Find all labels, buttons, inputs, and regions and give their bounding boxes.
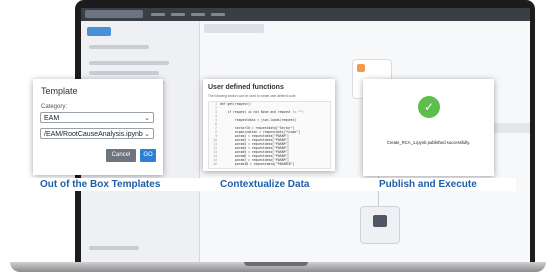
template-select[interactable]: /EAM/RootCauseAnalysis.ipynb ⌄ — [40, 128, 154, 139]
sidebar-line — [89, 71, 159, 75]
udf-panel: User defined functions The following sec… — [203, 79, 335, 171]
app-brand — [85, 10, 143, 18]
caption-templates: Out of the Box Templates — [40, 179, 161, 190]
code-line: 16 paramID = requestdata["PARAMID"] — [209, 162, 330, 166]
menu-placeholder — [191, 13, 205, 16]
go-button[interactable]: GO — [140, 149, 156, 162]
menu-placeholder — [211, 13, 225, 16]
code-editor[interactable]: 1 def get(request): 2 3 if request is not N… — [208, 101, 331, 169]
udf-subtitle: The following section can be used to cre… — [208, 94, 297, 98]
dialog-title: Template — [41, 86, 78, 96]
line-number: 16 — [213, 162, 217, 166]
node-icon — [373, 215, 387, 227]
menu-placeholder — [171, 13, 185, 16]
code-text: paramID = requestdata["PARAMID"] — [220, 162, 295, 166]
check-circle-icon: ✓ — [418, 96, 440, 118]
menu-placeholder — [151, 13, 165, 16]
sidebar-line — [89, 61, 169, 65]
template-value: /EAM/RootCauseAnalysis.ipynb — [44, 131, 143, 138]
code-text: requestdata = json.loads(request) — [220, 118, 297, 122]
sidebar-button — [87, 27, 111, 36]
udf-title: User defined functions — [208, 84, 284, 91]
category-value: EAM — [44, 115, 60, 122]
sidebar-line — [89, 45, 149, 49]
category-label: Category: — [41, 104, 68, 110]
caption-publish: Publish and Execute — [379, 179, 477, 190]
flow-node — [360, 206, 400, 244]
chevron-down-icon: ⌄ — [144, 131, 150, 138]
app-top-bar — [81, 8, 530, 21]
category-select[interactable]: EAM ⌄ — [40, 112, 154, 123]
caption-contextualize: Contextualize Data — [220, 179, 310, 190]
cancel-button[interactable]: Cancel — [106, 149, 136, 162]
canvas-tab — [204, 24, 264, 33]
chevron-down-icon: ⌄ — [144, 115, 150, 122]
template-dialog: Template Category: EAM ⌄ /EAM/RootCauseA… — [33, 79, 163, 175]
publish-panel: ✓ Create_RCA_1.ipynb published successfu… — [363, 79, 494, 176]
publish-message: Create_RCA_1.ipynb published successfull… — [386, 140, 471, 145]
sidebar-line — [89, 246, 139, 250]
code-text: if request is not None and request != ""… — [220, 110, 304, 114]
laptop-notch — [244, 262, 308, 266]
node-icon — [357, 64, 365, 72]
faded-title — [490, 123, 530, 133]
code-text: def get(request): — [220, 102, 252, 106]
